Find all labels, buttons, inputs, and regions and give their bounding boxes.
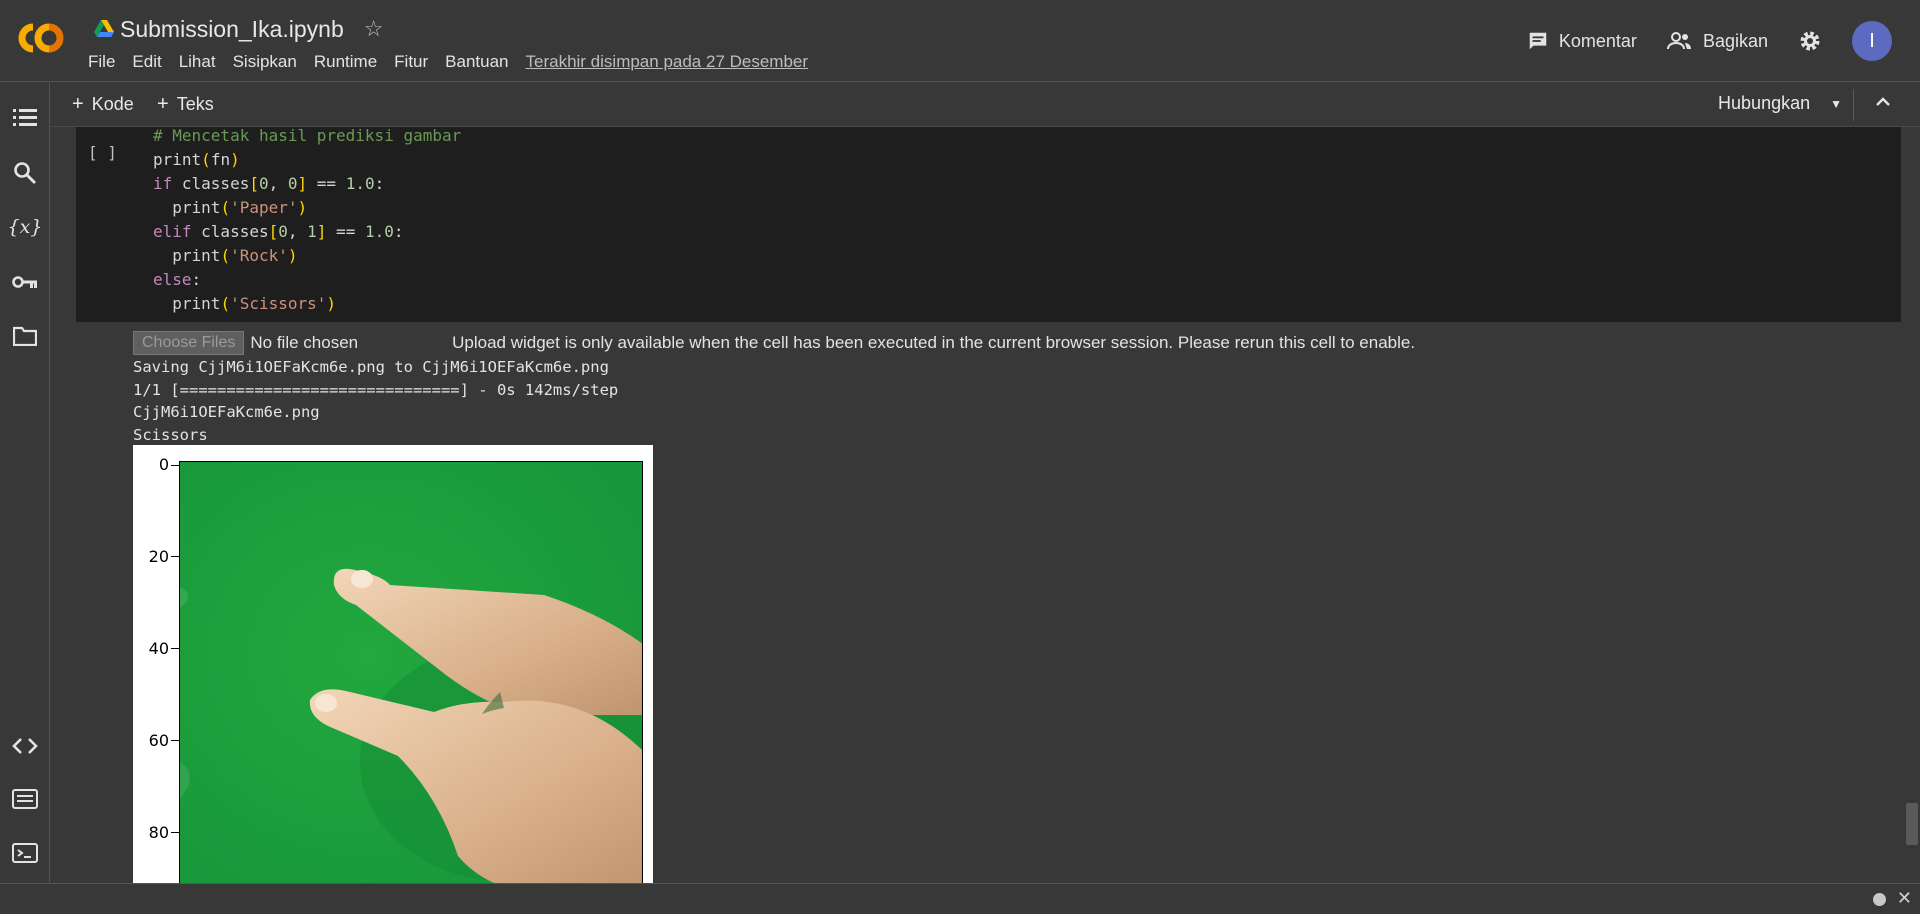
- upload-widget: Choose Files No file chosen Upload widge…: [133, 330, 1415, 356]
- user-avatar[interactable]: I: [1852, 21, 1892, 61]
- y-tick-mark: [171, 740, 179, 741]
- key-icon[interactable]: [12, 269, 38, 295]
- hand-scissors-image: [180, 462, 642, 885]
- code-editor[interactable]: # Mencetak hasil prediksi gambar print(fn…: [153, 124, 461, 316]
- notebook-toolbar: + Kode + Teks Hubungkan ▼: [51, 83, 1920, 127]
- y-tick-label: 60: [148, 731, 169, 750]
- output-line: 1/1 [==============================] - 0…: [133, 380, 619, 399]
- y-tick-label: 0: [158, 455, 169, 474]
- code-line-5: elif classes[0, 1] == 1.0:: [153, 222, 404, 241]
- output-line: CjjM6i1OEFaKcm6e.png: [133, 403, 320, 421]
- terminal-icon[interactable]: [12, 840, 38, 866]
- add-text-label: Teks: [176, 94, 214, 114]
- command-palette-icon[interactable]: [12, 786, 38, 812]
- menu-tools[interactable]: Fitur: [394, 52, 428, 72]
- app-header: Submission_Ika.ipynb ☆ File Edit Lihat S…: [0, 0, 1920, 82]
- scrollbar-thumb[interactable]: [1906, 803, 1918, 845]
- run-cell-button[interactable]: [ ]: [88, 143, 117, 162]
- y-tick-mark: [171, 648, 179, 649]
- y-tick-mark: [171, 465, 179, 466]
- folder-icon[interactable]: [12, 323, 38, 349]
- google-drive-icon[interactable]: [94, 20, 114, 38]
- no-file-label: No file chosen: [250, 333, 359, 352]
- title-row: Submission_Ika.ipynb ☆: [94, 14, 383, 44]
- comment-button[interactable]: Komentar: [1527, 30, 1637, 52]
- chevron-down-icon[interactable]: ▼: [1830, 97, 1842, 111]
- output-line: Saving CjjM6i1OEFaKcm6e.png to CjjM6i1OE…: [133, 358, 609, 376]
- search-icon[interactable]: [12, 160, 38, 186]
- share-button[interactable]: Bagikan: [1666, 30, 1768, 52]
- menu-bar: File Edit Lihat Sisipkan Runtime Fitur B…: [88, 52, 825, 72]
- output-line: Scissors: [133, 425, 208, 444]
- status-indicator[interactable]: [1873, 893, 1886, 906]
- plus-icon: +: [157, 93, 169, 115]
- add-code-label: Kode: [91, 94, 134, 114]
- add-code-button[interactable]: + Kode: [72, 93, 134, 116]
- comment-icon: [1529, 32, 1547, 50]
- image-plot: 0 20 40 60 80: [133, 445, 653, 885]
- menu-file[interactable]: File: [88, 52, 115, 72]
- left-sidebar: {x}: [0, 83, 50, 883]
- chevron-up-icon[interactable]: [1874, 93, 1892, 111]
- code-line-7: else:: [153, 270, 202, 289]
- share-label: Bagikan: [1702, 30, 1768, 51]
- header-actions: Komentar Bagikan I: [1527, 21, 1892, 61]
- people-icon: [1666, 32, 1691, 50]
- menu-edit[interactable]: Edit: [132, 52, 161, 72]
- code-snippets-icon[interactable]: [12, 733, 38, 759]
- y-tick-mark: [171, 832, 179, 833]
- comment-label: Komentar: [1558, 30, 1637, 51]
- code-line-2: print(fn): [153, 150, 240, 169]
- cell-output: Choose Files No file chosen Upload widge…: [133, 330, 1415, 446]
- gear-icon[interactable]: [1798, 29, 1822, 53]
- add-text-button[interactable]: + Teks: [157, 93, 214, 116]
- star-icon[interactable]: ☆: [364, 16, 384, 42]
- code-line-1: # Mencetak hasil prediksi gambar: [153, 126, 462, 145]
- y-tick-mark: [171, 556, 179, 557]
- connect-label: Hubungkan: [1718, 93, 1811, 113]
- menu-insert[interactable]: Sisipkan: [233, 52, 297, 72]
- close-icon[interactable]: ✕: [1897, 888, 1912, 909]
- menu-help[interactable]: Bantuan: [445, 52, 508, 72]
- predicted-image: [179, 461, 643, 885]
- variables-icon[interactable]: {x}: [8, 214, 43, 240]
- colab-logo[interactable]: [16, 20, 72, 56]
- choose-files-button[interactable]: Choose Files: [133, 331, 245, 355]
- y-tick-label: 20: [148, 547, 169, 566]
- connect-button[interactable]: Hubungkan ▼: [1718, 93, 1842, 114]
- code-line-6: print('Rock'): [153, 246, 298, 265]
- status-bar: ✕: [0, 883, 1920, 914]
- code-cell[interactable]: [ ] # Mencetak hasil prediksi gambar prin…: [76, 124, 1901, 322]
- table-of-contents-icon[interactable]: [12, 105, 38, 131]
- code-line-3: if classes[0, 0] == 1.0:: [153, 174, 385, 193]
- upload-widget-message: Upload widget is only available when the…: [452, 333, 1416, 352]
- last-saved-link[interactable]: Terakhir disimpan pada 27 Desember: [526, 52, 809, 72]
- notebook-title[interactable]: Submission_Ika.ipynb: [120, 16, 344, 43]
- plus-icon: +: [72, 93, 84, 115]
- code-line-4: print('Paper'): [153, 198, 308, 217]
- y-tick-label: 80: [148, 823, 169, 842]
- toolbar-divider: [1853, 89, 1854, 121]
- menu-view[interactable]: Lihat: [179, 52, 216, 72]
- menu-runtime[interactable]: Runtime: [314, 52, 377, 72]
- code-line-8: print('Scissors'): [153, 294, 337, 313]
- notebook-scrollbar[interactable]: [1904, 127, 1920, 883]
- y-tick-label: 40: [148, 639, 169, 658]
